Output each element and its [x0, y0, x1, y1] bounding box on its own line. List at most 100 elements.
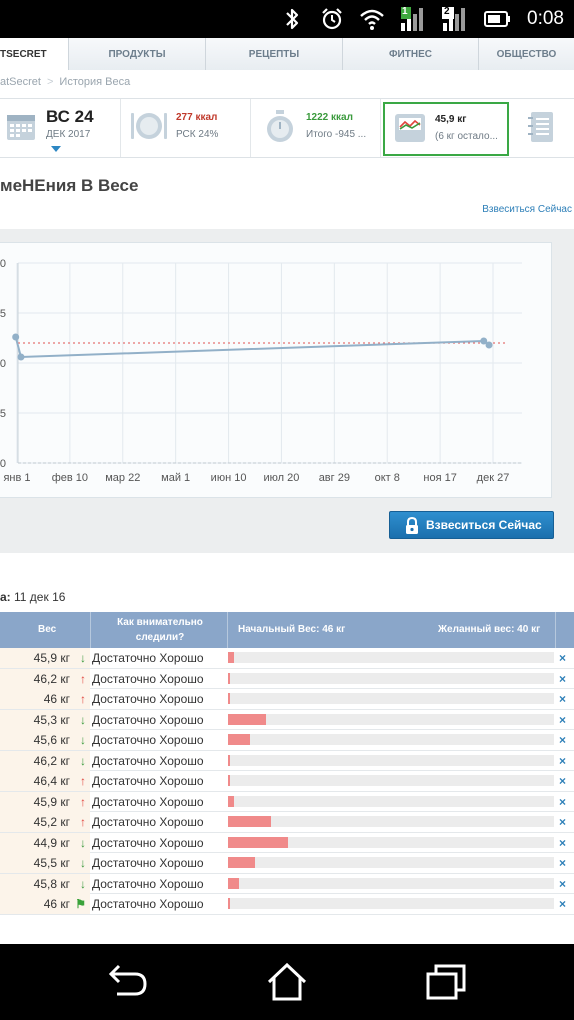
delete-icon[interactable]: ×: [559, 669, 566, 689]
series-line: [14, 336, 490, 359]
food-kcal: 277 ккал: [176, 112, 218, 123]
row-attention: Достаточно Хорошо: [92, 856, 204, 870]
tab-community[interactable]: ОБЩЕСТВО: [478, 38, 574, 70]
x-tick-label: янв 1: [3, 472, 30, 484]
row-weight-value: 45,9 кг: [33, 794, 70, 809]
weigh-now-button[interactable]: Взвеситься Сейчас: [389, 511, 554, 539]
table-row: 44,9 кг ↓ Достаточно Хорошо ×: [0, 832, 574, 853]
food-summary[interactable]: 277 ккал РСК 24%: [122, 99, 251, 157]
y-tick-label: 0: [0, 458, 6, 470]
header-attention: Как внимательно следили?: [117, 617, 203, 643]
row-progress-track: [228, 693, 554, 704]
row-attention: Достаточно Хорошо: [92, 712, 204, 727]
header-goal-weight: Желанный вес: 40 кг: [438, 624, 541, 635]
row-attention: Достаточно Хорошо: [92, 651, 204, 665]
since-label: а:: [0, 590, 11, 604]
row-progress-track: [228, 857, 554, 868]
row-progress-fill: [228, 775, 230, 786]
row-attention: Достаточно Хорошо: [92, 753, 204, 768]
delete-icon[interactable]: ×: [559, 648, 566, 668]
y-tick-label: 0: [0, 258, 6, 270]
delete-icon[interactable]: ×: [559, 730, 566, 750]
row-weight-value: 45,5 кг: [33, 856, 70, 870]
tab-products[interactable]: ПРОДУКТЫ: [68, 38, 205, 70]
row-weight-value: 45,3 кг: [33, 712, 70, 727]
row-progress-track: [228, 898, 554, 909]
tab-home[interactable]: TSECRET: [0, 38, 68, 70]
delete-icon[interactable]: ×: [559, 894, 566, 914]
row-attention: Достаточно Хорошо: [92, 815, 204, 829]
row-weight-value: 46,2 кг: [33, 753, 70, 768]
delete-icon[interactable]: ×: [559, 689, 566, 709]
weigh-now-link[interactable]: Взвеситься Сейчас: [482, 204, 572, 215]
tab-recipes[interactable]: РЕЦЕПТЫ: [205, 38, 342, 70]
delete-icon[interactable]: ×: [559, 812, 566, 832]
row-progress-fill: [228, 672, 230, 684]
delete-icon[interactable]: ×: [559, 771, 566, 791]
date-day: ВС 24: [46, 107, 94, 126]
table-row: 46 кг ↑ Достаточно Хорошо ×: [0, 689, 574, 710]
exercise-summary[interactable]: 1222 ккал Итого -945 ...: [252, 99, 381, 157]
row-weight: 45,3 кг ↓: [0, 709, 90, 730]
delete-icon[interactable]: ×: [559, 751, 566, 771]
x-tick-label: дек 27: [477, 472, 510, 484]
weight-summary[interactable]: 45,9 кг (6 кг остало...: [383, 102, 509, 156]
row-progress-fill: [228, 652, 234, 663]
weight-value: 45,9 кг: [435, 114, 467, 125]
tab-fitness[interactable]: ФИТНЕС: [342, 38, 478, 70]
y-tick-label: 0: [0, 358, 6, 370]
alarm-icon: [322, 8, 342, 30]
row-attention: Достаточно Хорошо: [92, 835, 204, 850]
arrow-down-icon: ↓: [80, 651, 86, 665]
since-value: 11 дек 16: [14, 590, 66, 604]
delete-icon[interactable]: ×: [559, 792, 566, 812]
home-icon[interactable]: [265, 962, 309, 1002]
row-weight-value: 46,2 кг: [33, 671, 70, 686]
delete-icon[interactable]: ×: [559, 874, 566, 894]
row-progress-fill: [228, 734, 250, 745]
scale-icon: [395, 114, 425, 142]
delete-icon[interactable]: ×: [559, 710, 566, 730]
lock-icon: [406, 517, 418, 534]
table-row: 45,5 кг ↓ Достаточно Хорошо ×: [0, 853, 574, 874]
exercise-total: Итого -945 ...: [306, 129, 367, 140]
row-progress-fill: [228, 754, 230, 766]
weight-table-body: 45,9 кг ↓ Достаточно Хорошо × 46,2 кг ↑ Достат…: [0, 648, 574, 915]
row-progress-track: [228, 795, 554, 807]
notebook-icon: [528, 112, 553, 142]
row-attention: Достаточно Хорошо: [92, 897, 204, 911]
header-weight: Вес: [38, 624, 57, 635]
delete-icon[interactable]: ×: [559, 853, 566, 873]
date-selector[interactable]: ВС 24 ДЕК 2017: [0, 99, 121, 157]
row-progress-track: [228, 713, 554, 725]
row-weight: 45,9 кг ↑: [0, 791, 90, 812]
table-row: 46,2 кг ↓ Достаточно Хорошо ×: [0, 750, 574, 771]
breadcrumb-root[interactable]: atSecret: [0, 76, 41, 88]
status-icons: 1 2 0:08: [279, 4, 564, 34]
breadcrumb-current: История Веса: [59, 76, 131, 88]
row-weight: 46,2 кг ↑: [0, 668, 90, 689]
table-row: 46,2 кг ↑ Достаточно Хорошо ×: [0, 668, 574, 689]
table-row: 46,4 кг ↑ Достаточно Хорошо ×: [0, 771, 574, 792]
delete-icon[interactable]: ×: [559, 833, 566, 853]
table-row: 45,9 кг ↑ Достаточно Хорошо ×: [0, 791, 574, 812]
row-attention: Достаточно Хорошо: [92, 692, 204, 706]
x-tick-label: июл 20: [264, 472, 300, 484]
row-weight: 44,9 кг ↓: [0, 832, 90, 853]
arrow-up-icon: ↑: [80, 815, 86, 829]
series-point: [12, 333, 20, 341]
journal-summary[interactable]: [512, 99, 574, 157]
row-progress-fill: [228, 816, 272, 827]
row-progress-track: [228, 754, 554, 766]
food-rsk: РСК 24%: [176, 129, 219, 140]
signal-1-icon: 1: [399, 6, 427, 32]
chevron-right-icon: >: [46, 76, 54, 88]
row-weight-value: 45,9 кг: [33, 651, 70, 665]
row-progress-track: [228, 672, 554, 684]
table-row: 45,3 кг ↓ Достаточно Хорошо ×: [0, 709, 574, 730]
back-icon[interactable]: [105, 962, 149, 1002]
row-progress-fill: [228, 877, 239, 889]
recents-icon[interactable]: [424, 962, 468, 1002]
x-tick-label: фев 10: [52, 472, 88, 484]
status-bar: 1 2 0:08: [0, 0, 574, 38]
